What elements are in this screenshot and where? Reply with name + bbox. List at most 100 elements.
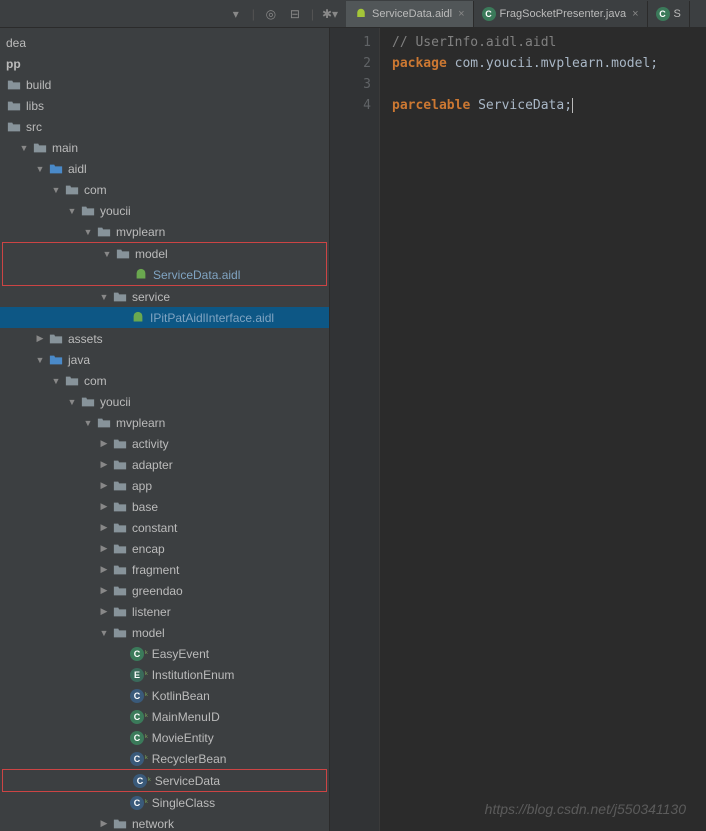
- collapse-arrow-icon[interactable]: ▶: [98, 480, 110, 492]
- collapse-arrow-icon[interactable]: ▶: [98, 606, 110, 618]
- expand-arrow-icon[interactable]: ▼: [34, 354, 46, 366]
- tree-item-pp[interactable]: pp: [0, 53, 329, 74]
- tree-item-src[interactable]: src: [0, 116, 329, 137]
- tab-partial[interactable]: C S: [648, 1, 690, 27]
- expand-arrow-icon[interactable]: ▼: [66, 396, 78, 408]
- tree-item-model-aidl[interactable]: ▼ model: [3, 243, 326, 264]
- tree-item-greendao[interactable]: ▶ greendao: [0, 580, 329, 601]
- kotlin-sub-icon: ᵏ: [145, 691, 148, 700]
- top-toolbar: ▾ | ◎ ⊟ | ✱▾ ServiceData.aidl × C FragSo…: [0, 0, 706, 28]
- tree-item-model-java[interactable]: ▼ model: [0, 622, 329, 643]
- tree-item-encap[interactable]: ▶ encap: [0, 538, 329, 559]
- expand-arrow-icon[interactable]: ▼: [98, 291, 110, 303]
- folder-icon: [48, 161, 64, 177]
- tree-item-mainmenuid[interactable]: Cᵏ MainMenuID: [0, 706, 329, 727]
- tree-item-easyevent[interactable]: Cᵏ EasyEvent: [0, 643, 329, 664]
- tree-item-mvplearn[interactable]: ▼ mvplearn: [0, 221, 329, 242]
- code-text: ServiceData;: [470, 98, 572, 113]
- expand-arrow-icon[interactable]: ▼: [66, 205, 78, 217]
- collapse-arrow-icon[interactable]: ▶: [34, 333, 46, 345]
- tree-item-base[interactable]: ▶ base: [0, 496, 329, 517]
- expand-arrow-icon[interactable]: ▼: [82, 417, 94, 429]
- folder-icon: [112, 604, 128, 620]
- highlight-box-model-aidl: ▼ model ServiceData.aidl: [2, 242, 327, 286]
- toolbar-left: ▾ | ◎ ⊟ | ✱▾: [8, 6, 338, 22]
- folder-icon: [96, 415, 112, 431]
- tree-item-listener[interactable]: ▶ listener: [0, 601, 329, 622]
- collapse-arrow-icon[interactable]: ▶: [98, 501, 110, 513]
- tree-item-assets[interactable]: ▶ assets: [0, 328, 329, 349]
- tree-item-network[interactable]: ▶ network: [0, 813, 329, 831]
- editor-tabs: ServiceData.aidl × C FragSocketPresenter…: [346, 0, 690, 27]
- tree-item-java[interactable]: ▼ java: [0, 349, 329, 370]
- class-icon: C: [130, 731, 144, 745]
- code-editor[interactable]: 1234 // UserInfo.aidl.aidlpackage com.yo…: [330, 28, 706, 831]
- tree-item-service[interactable]: ▼ service: [0, 286, 329, 307]
- tree-item-fragment[interactable]: ▶ fragment: [0, 559, 329, 580]
- tree-item-com[interactable]: ▼ com: [0, 179, 329, 200]
- tree-item-adapter[interactable]: ▶ adapter: [0, 454, 329, 475]
- settings-icon[interactable]: ✱▾: [322, 6, 338, 22]
- folder-icon: [48, 352, 64, 368]
- tree-item-movieentity[interactable]: Cᵏ MovieEntity: [0, 727, 329, 748]
- tree-item-libs[interactable]: libs: [0, 95, 329, 116]
- expand-arrow-icon[interactable]: ▼: [50, 375, 62, 387]
- tree-item-institutionenum[interactable]: Eᵏ InstitutionEnum: [0, 664, 329, 685]
- tree-item-aidl[interactable]: ▼ aidl: [0, 158, 329, 179]
- collapse-icon[interactable]: ⊟: [287, 6, 303, 22]
- collapse-arrow-icon[interactable]: ▶: [98, 585, 110, 597]
- expand-arrow-icon[interactable]: ▼: [98, 627, 110, 639]
- collapse-arrow-icon[interactable]: ▶: [98, 543, 110, 555]
- tree-item-activity[interactable]: ▶ activity: [0, 433, 329, 454]
- collapse-arrow-icon[interactable]: ▶: [98, 438, 110, 450]
- tree-item-com-java[interactable]: ▼ com: [0, 370, 329, 391]
- kotlin-sub-icon: ᵏ: [148, 776, 151, 785]
- tree-item-servicedata[interactable]: Cᵏ ServiceData: [3, 770, 326, 791]
- folder-icon: [115, 246, 131, 262]
- tree-item-recyclerbean[interactable]: Cᵏ RecyclerBean: [0, 748, 329, 769]
- class-icon: C: [133, 774, 147, 788]
- line-gutter: 1234: [330, 28, 380, 831]
- class-icon: C: [656, 7, 670, 21]
- folder-icon: [6, 119, 22, 135]
- tree-item-mvplearn-java[interactable]: ▼ mvplearn: [0, 412, 329, 433]
- collapse-arrow-icon[interactable]: ▶: [98, 818, 110, 830]
- folder-icon: [112, 562, 128, 578]
- close-icon[interactable]: ×: [632, 8, 638, 20]
- tab-fragsocket[interactable]: C FragSocketPresenter.java ×: [474, 1, 648, 27]
- nav-dropdown-icon[interactable]: ▾: [228, 6, 244, 22]
- folder-icon: [112, 478, 128, 494]
- collapse-arrow-icon[interactable]: ▶: [98, 459, 110, 471]
- tree-item-ipitpat-aidl[interactable]: IPitPatAidlInterface.aidl: [0, 307, 329, 328]
- tree-item-main[interactable]: ▼ main: [0, 137, 329, 158]
- tree-item-build[interactable]: build: [0, 74, 329, 95]
- close-icon[interactable]: ×: [458, 8, 464, 20]
- kotlin-sub-icon: ᵏ: [145, 798, 148, 807]
- expand-arrow-icon[interactable]: ▼: [101, 248, 113, 260]
- tree-item-servicedata-aidl[interactable]: ServiceData.aidl: [3, 264, 326, 285]
- kotlin-sub-icon: ᵏ: [145, 670, 148, 679]
- tab-servicedata-aidl[interactable]: ServiceData.aidl ×: [346, 1, 474, 27]
- expand-arrow-icon[interactable]: ▼: [82, 226, 94, 238]
- collapse-arrow-icon[interactable]: ▶: [98, 564, 110, 576]
- target-icon[interactable]: ◎: [263, 6, 279, 22]
- folder-icon: [96, 224, 112, 240]
- tree-item-app[interactable]: ▶ app: [0, 475, 329, 496]
- tree-item-dea[interactable]: dea: [0, 32, 329, 53]
- tree-item-singleclass[interactable]: Cᵏ SingleClass: [0, 792, 329, 813]
- tab-label: S: [674, 8, 681, 20]
- code-content[interactable]: // UserInfo.aidl.aidlpackage com.youcii.…: [380, 28, 706, 831]
- tree-item-youcii-java[interactable]: ▼ youcii: [0, 391, 329, 412]
- folder-icon: [112, 625, 128, 641]
- folder-icon: [112, 436, 128, 452]
- expand-arrow-icon[interactable]: ▼: [34, 163, 46, 175]
- expand-arrow-icon[interactable]: ▼: [18, 142, 30, 154]
- tree-item-kotlinbean[interactable]: Cᵏ KotlinBean: [0, 685, 329, 706]
- expand-arrow-icon[interactable]: ▼: [50, 184, 62, 196]
- tree-item-constant[interactable]: ▶ constant: [0, 517, 329, 538]
- folder-icon: [64, 373, 80, 389]
- tree-item-youcii[interactable]: ▼ youcii: [0, 200, 329, 221]
- kotlin-sub-icon: ᵏ: [145, 733, 148, 742]
- kotlin-sub-icon: ᵏ: [145, 712, 148, 721]
- collapse-arrow-icon[interactable]: ▶: [98, 522, 110, 534]
